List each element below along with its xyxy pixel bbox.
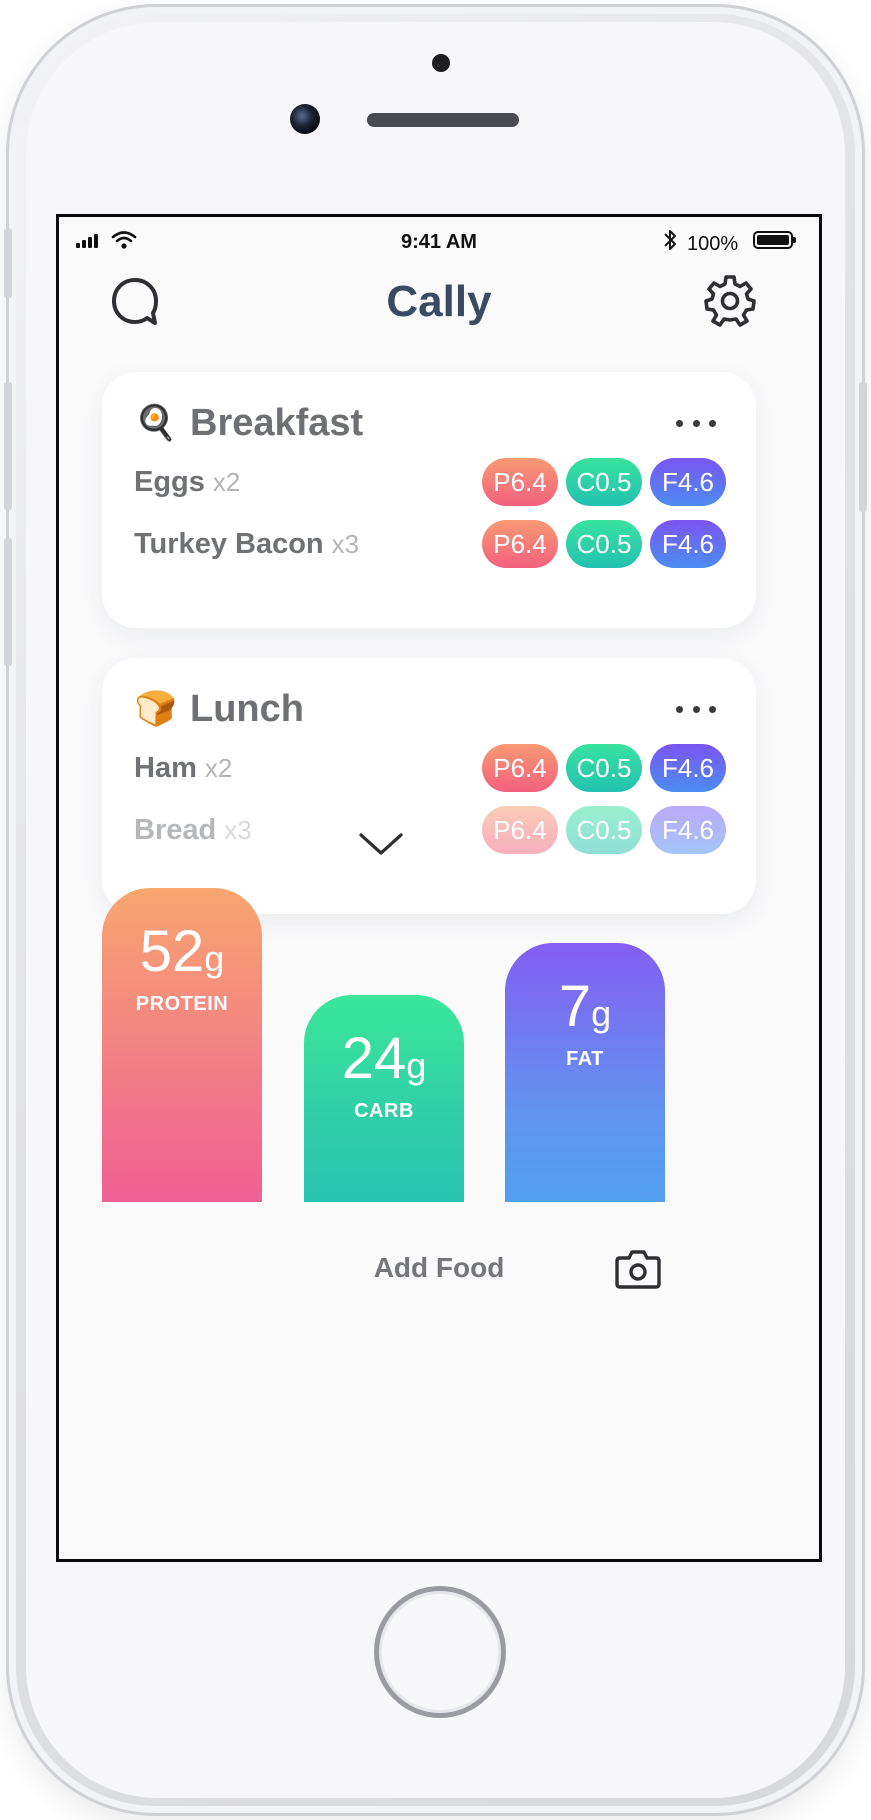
protein-total-bar[interactable]: 52g PROTEIN (102, 888, 262, 1248)
app-screen: 9:41 AM 100% Cally 🍳 Breakfast Eggs x2 P… (56, 214, 822, 1562)
frying-pan-icon: 🍳 (134, 404, 178, 442)
home-button[interactable] (374, 1586, 506, 1718)
battery-icon (753, 231, 796, 249)
proximity-sensor (432, 54, 450, 72)
fat-chip[interactable]: F4.6 (650, 458, 726, 506)
carb-chip[interactable]: C0.5 (566, 520, 642, 568)
add-food-button[interactable]: Add Food (59, 1252, 819, 1284)
fat-chip[interactable]: F4.6 (650, 520, 726, 568)
more-options-icon[interactable] (676, 698, 716, 720)
bluetooth-icon (664, 230, 676, 250)
meal-card-lunch: 🍞 Lunch Ham x2 P6.4 C0.5 F4.6 Bread x3 P… (102, 658, 756, 914)
front-camera (290, 104, 320, 134)
fat-chip[interactable]: F4.6 (650, 806, 726, 854)
food-quantity: x3 (224, 814, 252, 845)
battery-percentage: 100% (687, 233, 739, 255)
food-quantity: x3 (331, 528, 360, 559)
camera-icon[interactable] (615, 1248, 661, 1290)
food-quantity: x2 (204, 752, 233, 783)
meal-card-breakfast: 🍳 Breakfast Eggs x2 P6.4 C0.5 F4.6 Turke… (102, 372, 756, 628)
protein-total-label: PROTEIN (135, 993, 229, 1015)
meal-header: 🍳 Breakfast (134, 400, 363, 446)
protein-chip[interactable]: P6.4 (482, 520, 558, 568)
status-bar: 9:41 AM 100% (59, 217, 819, 263)
gear-icon[interactable] (702, 272, 758, 328)
carb-chip[interactable]: C0.5 (566, 744, 642, 792)
volume-up-button (4, 382, 12, 510)
food-name: Bread (134, 813, 217, 846)
macro-chips: P6.4 C0.5 F4.6 (482, 744, 726, 792)
volume-down-button (4, 538, 12, 666)
protein-chip[interactable]: P6.4 (482, 458, 558, 506)
fat-total-value: 7g (558, 974, 612, 1039)
macro-chips: P6.4 C0.5 F4.6 (482, 520, 726, 568)
protein-chip[interactable]: P6.4 (482, 806, 558, 854)
food-quantity: x2 (212, 466, 241, 497)
app-header: Cally (59, 263, 819, 343)
food-name: Ham (134, 751, 197, 784)
protein-total-value: 52g (139, 919, 225, 984)
food-name: Eggs (134, 465, 205, 498)
earpiece-speaker (367, 113, 519, 127)
carb-total-label: CARB (354, 1100, 414, 1122)
macro-chips: P6.4 C0.5 F4.6 (482, 458, 726, 506)
power-button (859, 382, 867, 512)
carb-chip[interactable]: C0.5 (566, 458, 642, 506)
macro-chips: P6.4 C0.5 F4.6 (482, 806, 726, 854)
more-options-icon[interactable] (676, 412, 716, 434)
chevron-down-icon[interactable] (357, 829, 405, 859)
bottom-bar: Add Food (59, 1202, 819, 1342)
food-name: Turkey Bacon (134, 527, 324, 560)
carb-chip[interactable]: C0.5 (566, 806, 642, 854)
carb-total-value: 24g (341, 1026, 427, 1091)
fat-total-label: FAT (566, 1048, 604, 1070)
food-row[interactable]: Bread x3 P6.4 C0.5 F4.6 (134, 802, 726, 858)
fat-chip[interactable]: F4.6 (650, 744, 726, 792)
food-row[interactable]: Eggs x2 P6.4 C0.5 F4.6 (134, 454, 726, 510)
bread-icon: 🍞 (134, 690, 178, 728)
meal-title: Lunch (190, 687, 304, 730)
food-row[interactable]: Ham x2 P6.4 C0.5 F4.6 (134, 740, 726, 796)
protein-chip[interactable]: P6.4 (482, 744, 558, 792)
meal-header: 🍞 Lunch (134, 686, 304, 732)
meal-title: Breakfast (190, 401, 364, 444)
food-row[interactable]: Turkey Bacon x3 P6.4 C0.5 F4.6 (134, 516, 726, 572)
mute-switch (4, 228, 12, 298)
